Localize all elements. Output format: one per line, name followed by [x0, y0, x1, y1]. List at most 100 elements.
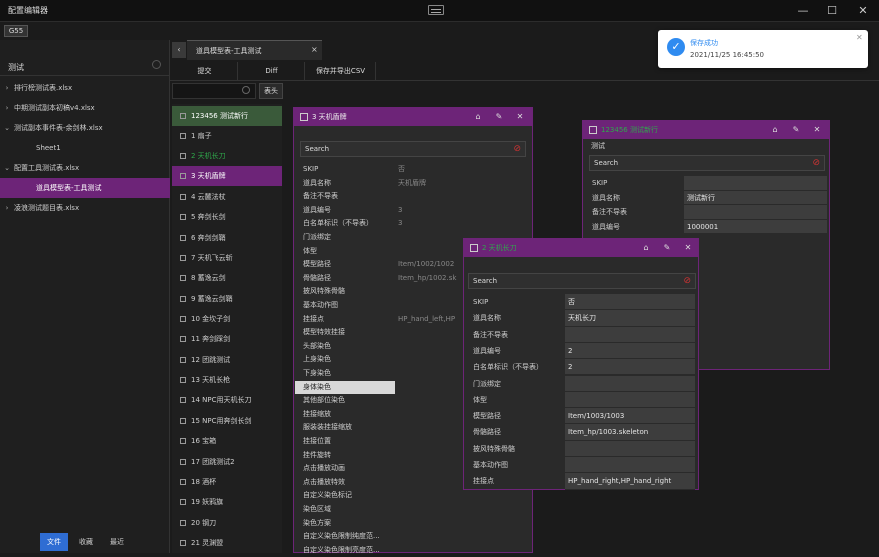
- lock-icon[interactable]: ⌂: [472, 111, 484, 123]
- field-value[interactable]: [395, 190, 523, 204]
- list-item-label: 11 奔剑踩剑: [191, 335, 231, 343]
- field-value[interactable]: Item_hp/1003.skeleton: [565, 424, 695, 441]
- list-item[interactable]: 14 NPC用天机长刀: [172, 390, 282, 410]
- list-item[interactable]: 5 奔剑长剑: [172, 207, 282, 227]
- field-value[interactable]: 天机长刀: [565, 310, 695, 327]
- field-value[interactable]: [565, 375, 695, 392]
- list-item[interactable]: 17 团跳测试2: [172, 452, 282, 472]
- field-value[interactable]: [395, 530, 523, 544]
- list-item[interactable]: 12 团跳测试: [172, 350, 282, 370]
- search-icon[interactable]: [152, 60, 161, 69]
- field-value[interactable]: HP_hand_right,HP_hand_right: [565, 473, 695, 490]
- chevron-down-icon: ⌄: [4, 124, 10, 132]
- field-value[interactable]: [684, 176, 827, 191]
- tree-item[interactable]: ⌄ 配置工具测试表.xlsx: [0, 158, 170, 178]
- file-button[interactable]: 文件: [40, 533, 68, 551]
- close-button[interactable]: ✕: [851, 3, 875, 19]
- list-item[interactable]: 7 天机飞云斩: [172, 248, 282, 268]
- list-item[interactable]: 8 蓄逸云剑: [172, 268, 282, 288]
- list-item-selected[interactable]: 3 天机盾牌: [172, 166, 282, 186]
- list-item[interactable]: 4 云麓法杖: [172, 187, 282, 207]
- list-item[interactable]: 1 扇子: [172, 126, 282, 146]
- list-item[interactable]: 9 蓄逸云剑鞘: [172, 289, 282, 309]
- field-value[interactable]: 2: [565, 359, 695, 376]
- list-item[interactable]: 20 钢刀: [172, 513, 282, 533]
- recent-button[interactable]: 最近: [103, 533, 131, 551]
- list-item-label: 123456 测试新行: [191, 112, 248, 120]
- favorites-button[interactable]: 收藏: [72, 533, 100, 551]
- field-value[interactable]: 3: [395, 204, 523, 218]
- minimize-button[interactable]: —: [791, 3, 815, 19]
- list-item-label: 15 NPC用奔剑长剑: [191, 417, 252, 425]
- field-value[interactable]: Item/1003/1003: [565, 408, 695, 425]
- search-input[interactable]: Search ⊘: [468, 273, 696, 289]
- list-item[interactable]: 16 宝箱: [172, 431, 282, 451]
- edit-icon[interactable]: ✎: [661, 242, 673, 254]
- field-value[interactable]: 2: [565, 342, 695, 360]
- clear-icon[interactable]: ⊘: [513, 142, 521, 156]
- list-item[interactable]: 10 金坎子剑: [172, 309, 282, 329]
- header-button[interactable]: 表头: [259, 83, 283, 99]
- list-item[interactable]: 13 天机长枪: [172, 370, 282, 390]
- submit-button[interactable]: 提交: [172, 62, 238, 80]
- tree-search-input[interactable]: 测试: [8, 62, 24, 73]
- tree-item[interactable]: ⌄ 测试副本事件表-余剑林.xlsx: [0, 118, 170, 138]
- field-value[interactable]: 3: [395, 217, 523, 231]
- field-value[interactable]: [565, 391, 695, 409]
- row-icon: [180, 438, 186, 444]
- list-item-label: 21 灵渊盟: [191, 539, 224, 547]
- list-item[interactable]: 19 妖鸦旗: [172, 492, 282, 512]
- list-item-label: 18 酒杯: [191, 478, 217, 486]
- field-value[interactable]: 否: [565, 294, 695, 311]
- list-item[interactable]: 15 NPC用奔剑长剑: [172, 411, 282, 431]
- field-value[interactable]: [395, 517, 523, 531]
- edit-icon[interactable]: ✎: [790, 124, 802, 136]
- list-item[interactable]: 21 灵渊盟: [172, 533, 282, 553]
- close-icon[interactable]: ✕: [514, 111, 526, 123]
- field-value[interactable]: [565, 440, 695, 457]
- toast-close-icon[interactable]: ✕: [856, 33, 863, 42]
- tree-item[interactable]: › 凌浪测试题目表.xlsx: [0, 198, 170, 218]
- list-item[interactable]: 18 酒杯: [172, 472, 282, 492]
- clear-icon[interactable]: ⊘: [812, 156, 820, 170]
- diff-button[interactable]: Diff: [239, 62, 305, 80]
- field-value[interactable]: 测试新行: [684, 190, 827, 205]
- field-value[interactable]: [395, 544, 523, 557]
- close-icon[interactable]: ✕: [811, 124, 823, 136]
- field-value[interactable]: 否: [395, 163, 523, 177]
- save-export-button[interactable]: 保存并导出CSV: [306, 62, 376, 80]
- tree-item[interactable]: › 排行榜测试表.xlsx: [0, 78, 170, 98]
- project-tab[interactable]: G55: [4, 25, 28, 37]
- close-icon[interactable]: ✕: [682, 242, 694, 254]
- tree-item[interactable]: Sheet1: [0, 138, 170, 158]
- tree-item[interactable]: › 中期测试副本初稿v4.xlsx: [0, 98, 170, 118]
- list-item[interactable]: 11 奔剑踩剑: [172, 329, 282, 349]
- field-value[interactable]: [565, 326, 695, 343]
- lock-icon[interactable]: ⌂: [640, 242, 652, 254]
- lock-icon[interactable]: ⌂: [769, 124, 781, 136]
- clear-icon[interactable]: ⊘: [683, 274, 691, 288]
- list-item[interactable]: 6 奔剑剑鞘: [172, 228, 282, 248]
- field-value[interactable]: 天机盾牌: [395, 177, 523, 191]
- tab-back-button[interactable]: ‹: [172, 42, 186, 58]
- list-item[interactable]: 123456 测试新行: [172, 106, 282, 126]
- search-input[interactable]: Search ⊘: [300, 141, 526, 157]
- search-icon[interactable]: [242, 86, 250, 94]
- list-item[interactable]: 2 天机长刀: [172, 146, 282, 166]
- field-value[interactable]: [684, 205, 827, 220]
- tree-search-box[interactable]: [0, 56, 170, 76]
- field-value[interactable]: [565, 457, 695, 474]
- menu-icon[interactable]: [428, 5, 444, 15]
- tab-label: 道具模型表-工具测试: [196, 47, 262, 55]
- field-value[interactable]: 1000001: [684, 219, 827, 234]
- field-label: SKIP: [303, 165, 319, 173]
- field-label: 自定义染色限制亮度范...: [303, 545, 380, 554]
- search-input[interactable]: Search ⊘: [589, 155, 825, 171]
- field-label: 白名单标识（不导表）: [303, 219, 373, 228]
- field-value[interactable]: [395, 503, 523, 517]
- maximize-button[interactable]: ☐: [820, 3, 844, 19]
- tree-item-selected[interactable]: 道具模型表-工具测试: [0, 178, 170, 198]
- field-value[interactable]: [395, 489, 523, 503]
- edit-icon[interactable]: ✎: [493, 111, 505, 123]
- tab-close-icon[interactable]: ×: [311, 45, 318, 54]
